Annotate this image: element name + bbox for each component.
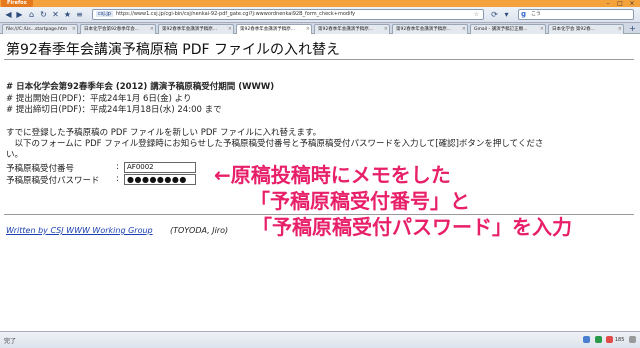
search-text: こう [531,11,542,17]
tab-close-icon[interactable]: × [384,25,388,34]
window-titlebar: Firefox – □ × [0,0,640,7]
bookmark-star-icon[interactable]: ☆ [474,10,479,19]
tab-close-icon[interactable]: × [618,25,622,34]
resize-grip-icon[interactable] [629,336,636,343]
tab-gmail[interactable]: Gmail - 講演予稿訂正願... × [470,24,546,34]
tab-strip: file:///C:/Us...startpage.htm × 日本化学会第92春… [0,23,640,34]
home-icon[interactable]: ⌂ [27,10,36,19]
status-bar: 完了 185 [0,331,640,348]
footer-link[interactable]: Written by CSJ WWW Working Group [6,226,153,235]
firefox-menu-button[interactable]: Firefox [1,0,33,7]
tab-yokou-active[interactable]: 第92春季年会講演予稿原... × [236,24,312,34]
title-divider [4,59,634,60]
tab-label: file:///C:/Us...startpage.htm [6,27,68,32]
dropdown-icon[interactable]: ▾ [502,10,511,19]
page-title: 第92春季年会講演予稿原稿 PDF ファイルの入れ替え [6,42,340,58]
menu-icon[interactable]: ≡ [75,10,84,19]
tab-label: 第92春季年会講演予稿原... [396,27,452,32]
tab-yokou-1[interactable]: 第92春季年会講演予稿原... × [158,24,234,34]
stop-icon[interactable]: ✕ [51,10,60,19]
tab-yokou-3[interactable]: 第92春季年会講演予稿原... × [314,24,390,34]
receipt-number-input[interactable]: AF0002 [124,162,196,173]
search-input[interactable]: g こう [518,9,634,20]
back-icon[interactable]: ◀ [4,10,13,19]
tab-close-icon[interactable]: × [462,25,466,34]
addon-icon[interactable] [583,336,591,343]
page-content: 第92春季年会講演予稿原稿 PDF ファイルの入れ替え # 日本化学会第92春季… [0,35,640,331]
tab-startpage[interactable]: file:///C:/Us...startpage.htm × [2,24,78,34]
tab-close-icon[interactable]: × [150,25,154,34]
tab-label: 日本化学会第92春季年会... [84,27,140,32]
tab-close-icon[interactable]: × [540,25,544,34]
maximize-icon[interactable]: □ [614,0,626,7]
tab-label: 第92春季年会講演予稿原... [162,27,218,32]
tab-label: 第92春季年会講演予稿原... [318,27,374,32]
tab-label: 第92春季年会講演予稿原... [240,27,296,32]
gmail-icon[interactable] [606,336,614,343]
google-icon: g [521,10,527,18]
security-icon[interactable] [594,336,602,343]
receipt-password-input[interactable]: ●●●●●●●● [124,174,196,185]
annotation-line-2: 「予稿原稿受付番号」と [250,189,470,213]
tab-label: 日本化学会 第92春... [552,27,595,32]
bookmarks-icon[interactable]: ★ [63,10,72,19]
zoom-readout: 185 [614,337,625,343]
receipt-number-label: 予稿原稿受付番号 [6,164,75,174]
colon: : [116,174,119,184]
tab-close-icon[interactable]: × [306,25,310,34]
period-end: # 提出締切日(PDF)：平成24年1月18日(水) 24:00 まで [6,105,222,115]
navigation-toolbar: ◀ ▶ ⌂ ↻ ✕ ★ ≡ csj.jp https://www1.csj.jp/… [0,7,640,23]
minimize-icon[interactable]: – [602,0,614,7]
new-tab-icon[interactable]: + [628,24,637,33]
instruction-text-cont: い。 [6,150,24,160]
annotation-line-1: ←原稿投稿時にメモをした [214,163,451,187]
close-icon[interactable]: × [626,0,638,7]
url-bar[interactable]: csj.jp https://www1.csj.jp/cgi-bin/csj/ne… [92,9,484,20]
period-heading: # 日本化学会第92春季年会 (2012) 講演予稿原稿受付期間 (WWW) [6,82,275,92]
tab-csj-nenkai[interactable]: 日本化学会第92春季年会... × [80,24,156,34]
instruction-text: 以下のフォームに PDF ファイル登録時にお知らせした予稿原稿受付番号と予稿原稿… [6,139,544,149]
status-tray: 185 [580,336,636,343]
footer-author: (TOYODA, Jiro) [170,226,229,235]
reload-icon[interactable]: ↻ [39,10,48,19]
tab-close-icon[interactable]: × [228,25,232,34]
url-domain-badge: csj.jp [96,11,113,17]
annotation-line-3: 「予稿原稿受付パスワード」を入力 [252,215,572,239]
status-text: 完了 [4,338,17,345]
tab-label: Gmail - 講演予稿訂正願... [474,27,528,32]
url-text: https://www1.csj.jp/cgi-bin/csj/nenkai-9… [115,11,356,17]
forward-icon[interactable]: ▶ [15,10,24,19]
colon: : [116,162,119,172]
reload-page-icon[interactable]: ⟳ [490,10,499,19]
tab-yokou-4[interactable]: 第92春季年会講演予稿原... × [392,24,468,34]
receipt-password-label: 予稿原稿受付パスワード [6,176,100,186]
tab-csj-92[interactable]: 日本化学会 第92春... × [548,24,624,34]
tab-close-icon[interactable]: × [72,25,76,34]
